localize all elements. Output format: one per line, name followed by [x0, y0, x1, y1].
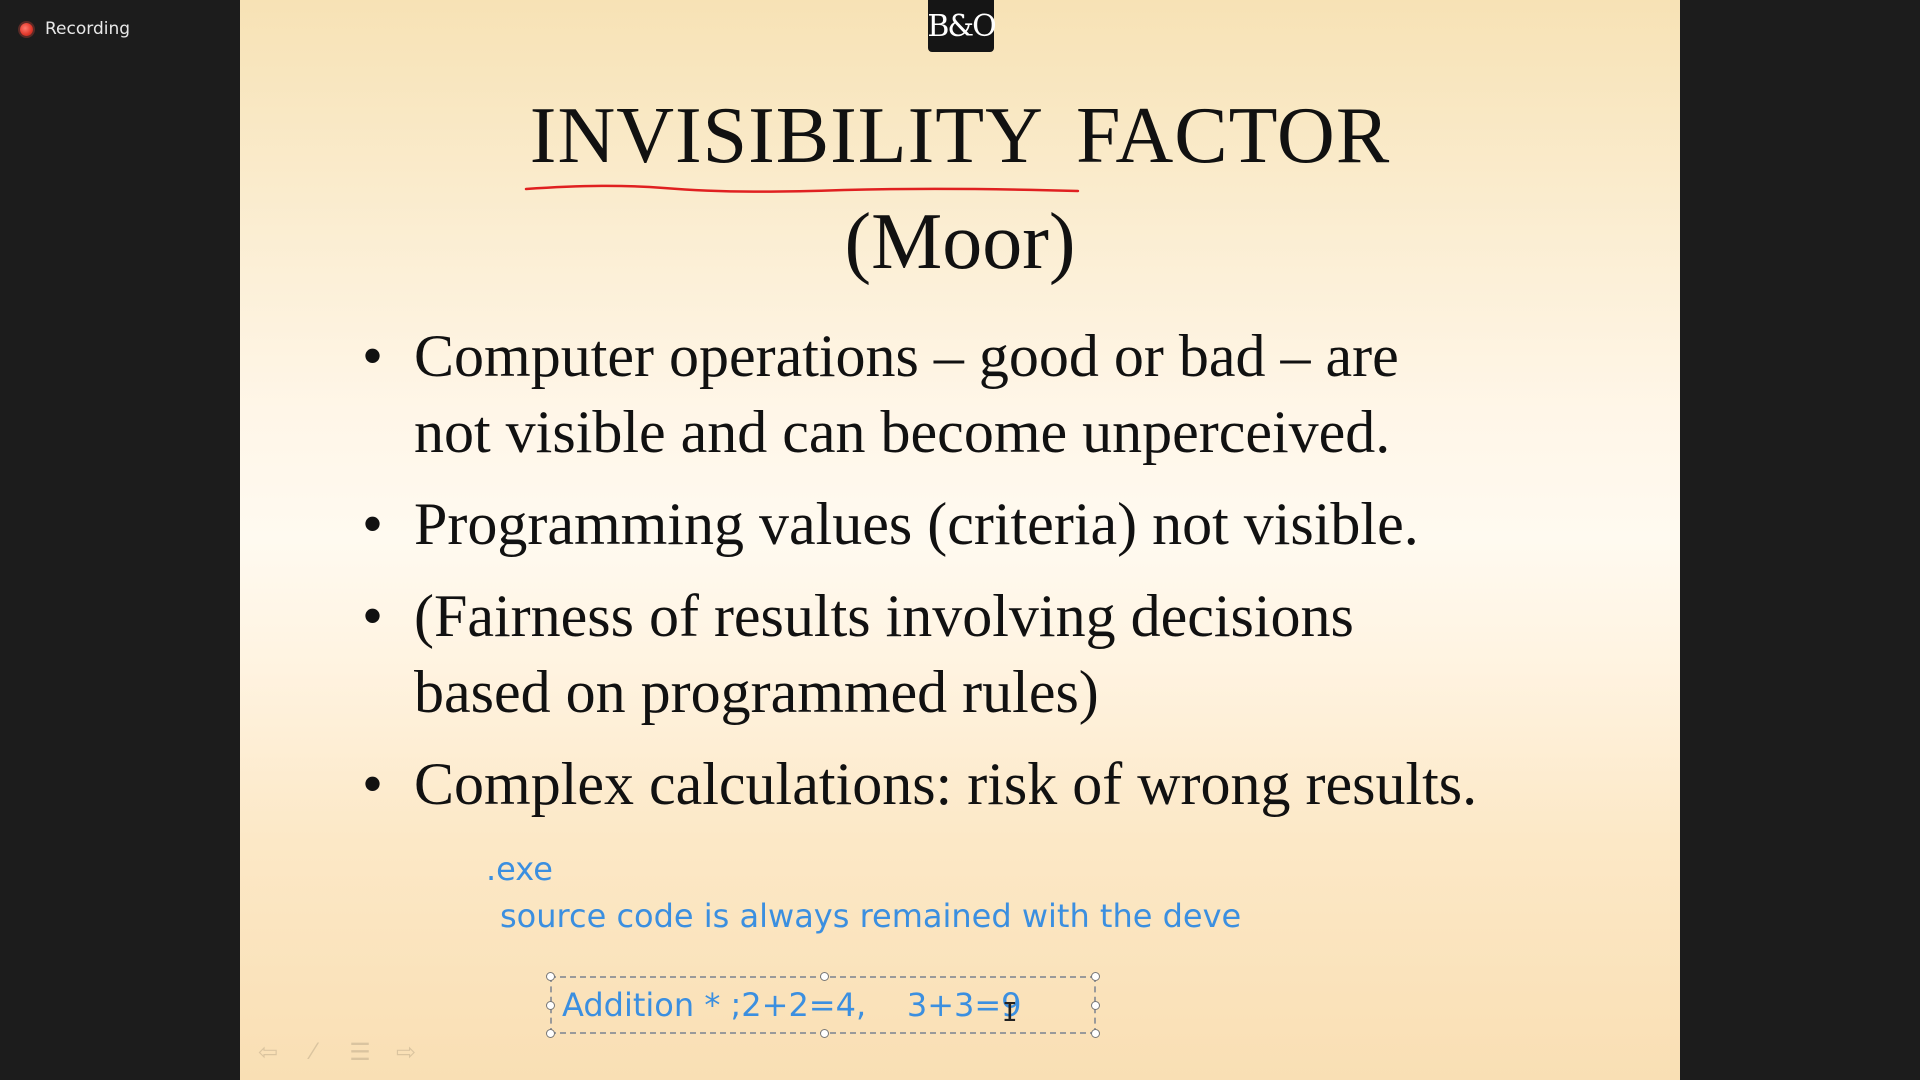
bullet-line: Computer operations – good or bad – are	[414, 323, 1399, 389]
bullet-line: (Fairness of results involving decisions	[414, 583, 1354, 649]
resize-handle-left[interactable]	[546, 1001, 555, 1010]
slideshow-toolbar: ⇦ ∕ ☰ ⇨	[254, 1038, 420, 1066]
bullet-line: Complex calculations: risk of wrong resu…	[414, 751, 1478, 817]
recording-indicator: Recording	[20, 19, 130, 39]
bullet-marker: •	[362, 751, 384, 817]
resize-handle-top-left[interactable]	[546, 972, 555, 981]
text-cursor-icon: I	[1002, 998, 1018, 1028]
bullet-marker: •	[362, 491, 384, 557]
bullet-item: • (Fairness of results involving decisio…	[362, 578, 1477, 730]
resize-handle-top-right[interactable]	[1091, 972, 1100, 981]
bullet-item: • Complex calculations: risk of wrong re…	[362, 746, 1477, 822]
textbox-content[interactable]: Addition * ;2+2=4, 3+3=9	[562, 986, 1022, 1024]
bullet-item: • Programming values (criteria) not visi…	[362, 486, 1477, 562]
resize-handle-bottom-right[interactable]	[1091, 1029, 1100, 1038]
slide-title: INVISIBILITY FACTOR	[529, 92, 1391, 180]
back-arrow-icon[interactable]: ⇦	[254, 1039, 282, 1066]
resize-handle-right[interactable]	[1091, 1001, 1100, 1010]
resize-handle-top[interactable]	[820, 972, 829, 981]
bullet-line: based on programmed rules)	[414, 659, 1099, 725]
forward-arrow-icon[interactable]: ⇨	[392, 1039, 420, 1066]
bullet-line: not visible and can become unperceived.	[414, 399, 1391, 465]
annotation-exe[interactable]: .exe	[486, 850, 553, 888]
bullet-line: Programming values (criteria) not visibl…	[414, 491, 1419, 557]
recording-dot-icon	[20, 22, 33, 36]
bullet-item: • Computer operations – good or bad – ar…	[362, 318, 1477, 470]
recording-label: Recording	[45, 19, 131, 39]
bullet-marker: •	[362, 323, 384, 389]
slide-subtitle: (Moor)	[844, 198, 1076, 286]
resize-handle-bottom-left[interactable]	[546, 1029, 555, 1038]
bullet-list: • Computer operations – good or bad – ar…	[362, 318, 1477, 838]
presentation-slide: B&O INVISIBILITY FACTOR (Moor) • Compute…	[240, 0, 1680, 1080]
logo: B&O	[927, 0, 997, 52]
annotation-source-code[interactable]: source code is always remained with the …	[500, 897, 1276, 935]
bullet-marker: •	[362, 583, 384, 649]
resize-handle-bottom[interactable]	[820, 1029, 829, 1038]
pen-icon[interactable]: ∕	[300, 1038, 328, 1065]
menu-icon[interactable]: ☰	[346, 1039, 374, 1066]
